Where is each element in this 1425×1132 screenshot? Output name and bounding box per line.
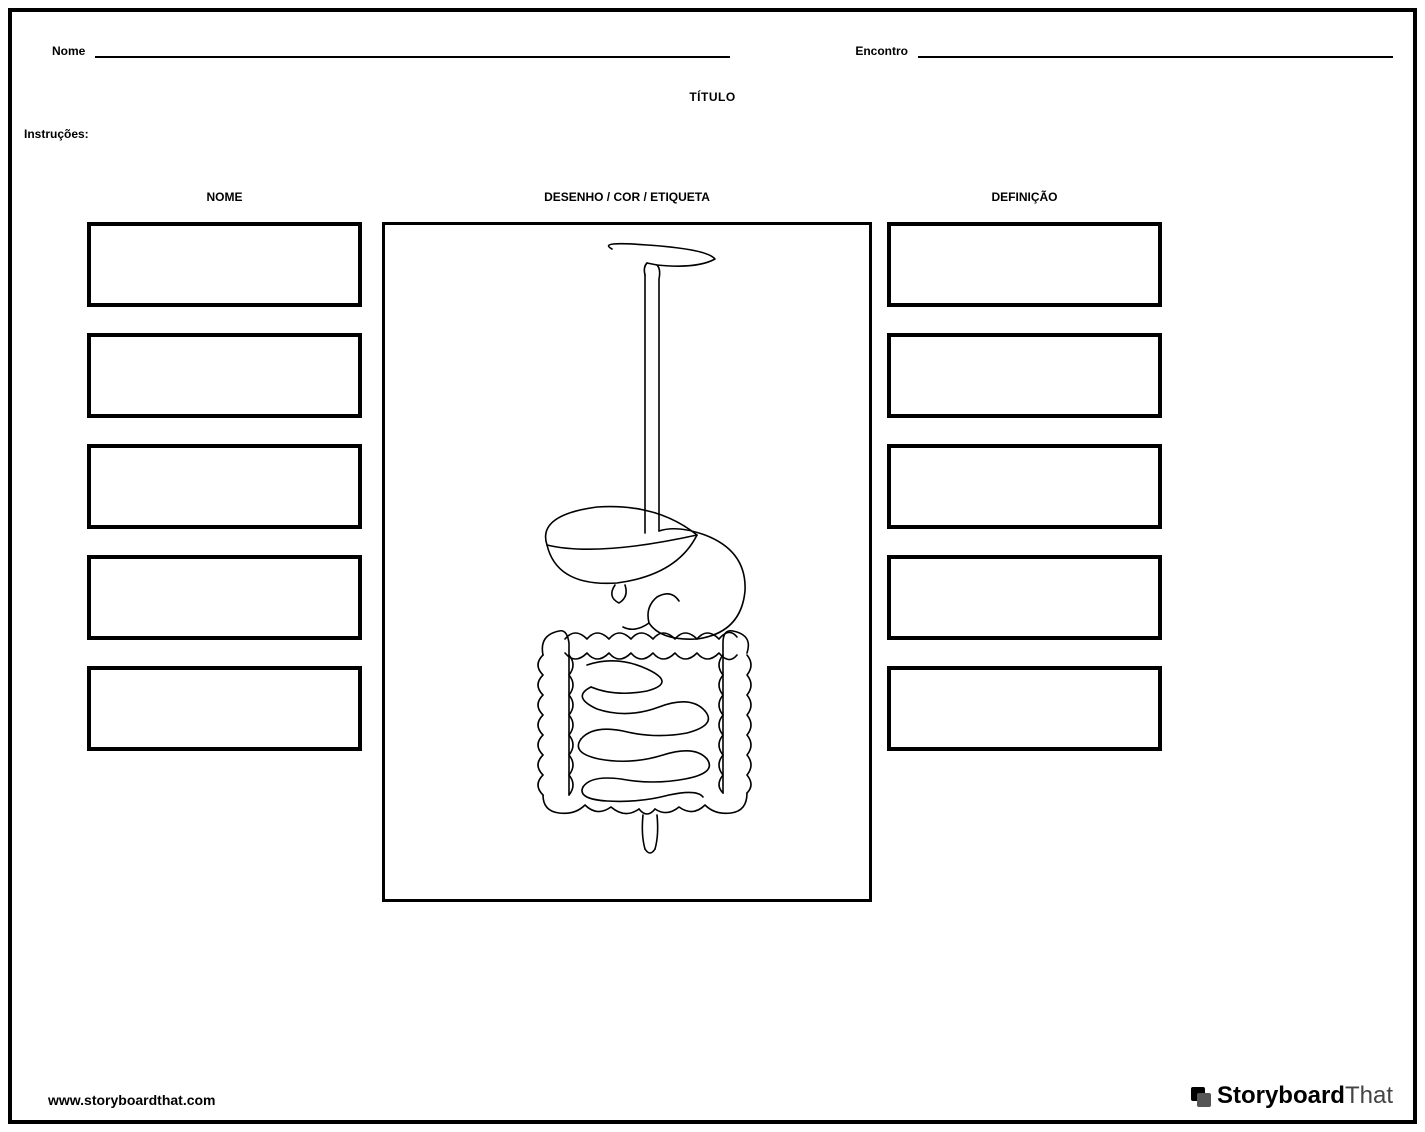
name-box[interactable] (87, 444, 362, 529)
col-header-diagram: DESENHO / COR / ETIQUETA (382, 190, 872, 204)
definition-box[interactable] (887, 444, 1162, 529)
definition-box[interactable] (887, 666, 1162, 751)
logo-text-light: That (1345, 1082, 1393, 1109)
logo-text-bold: Storyboard (1217, 1082, 1345, 1109)
col-header-name: NOME (87, 190, 362, 204)
storyboard-logo-icon (1189, 1085, 1211, 1107)
instructions-label: Instruções: (24, 127, 89, 141)
name-box[interactable] (87, 333, 362, 418)
name-box[interactable] (87, 555, 362, 640)
definition-box[interactable] (887, 555, 1162, 640)
name-box[interactable] (87, 222, 362, 307)
footer-logo: StoryboardThat (1189, 1082, 1393, 1110)
name-box[interactable] (87, 666, 362, 751)
footer-url: www.storyboardthat.com (48, 1092, 216, 1108)
name-field: Nome (52, 40, 730, 58)
digestive-system-icon (447, 235, 807, 885)
worksheet-frame: Nome Encontro TÍTULO Instruções: NOME DE… (8, 8, 1417, 1124)
name-boxes-column (87, 222, 362, 751)
col-header-definition: DEFINIÇÃO (887, 190, 1162, 204)
date-field: Encontro (855, 40, 1393, 58)
header-row: Nome Encontro (52, 40, 1393, 58)
definition-boxes-column (887, 222, 1162, 751)
date-label: Encontro (855, 44, 908, 58)
definition-box[interactable] (887, 333, 1162, 418)
diagram-panel (382, 222, 872, 902)
page-title: TÍTULO (12, 90, 1413, 104)
date-input-line[interactable] (918, 40, 1393, 58)
definition-box[interactable] (887, 222, 1162, 307)
name-input-line[interactable] (95, 40, 730, 58)
name-label: Nome (52, 44, 85, 58)
